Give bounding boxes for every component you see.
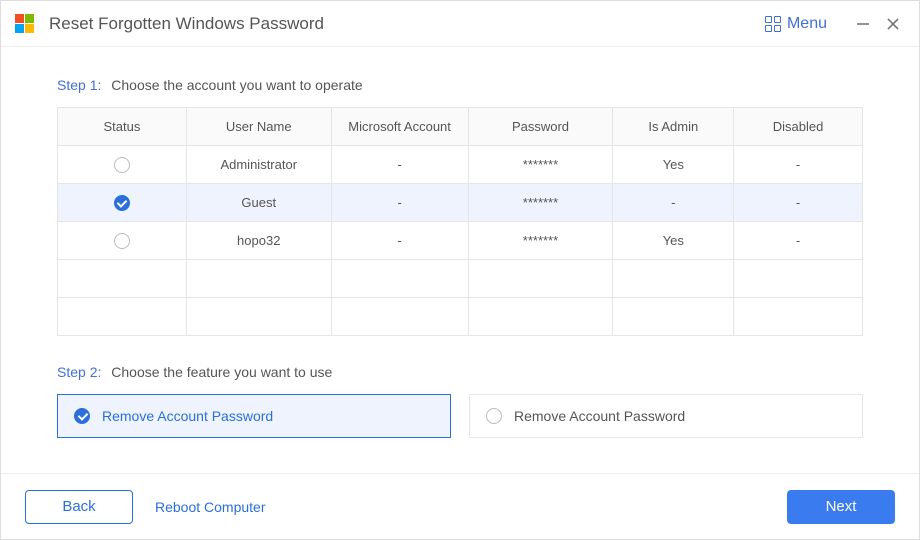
close-button[interactable]: [881, 12, 905, 36]
table-header-row: Status User Name Microsoft Account Passw…: [58, 108, 863, 146]
cell-password: [468, 260, 613, 298]
step1-heading: Step 1: Choose the account you want to o…: [57, 77, 863, 93]
cell-username: Guest: [186, 184, 331, 222]
app-logo: [15, 14, 35, 34]
cell-username: Administrator: [186, 146, 331, 184]
cell-username: [186, 260, 331, 298]
cell-password: *******: [468, 184, 613, 222]
cell-status: [58, 222, 187, 260]
step2-section: Step 2: Choose the feature you want to u…: [57, 364, 863, 438]
minimize-button[interactable]: [851, 12, 875, 36]
row-radio[interactable]: [114, 195, 130, 211]
cell-disabled: -: [734, 184, 863, 222]
feature-option-0[interactable]: Remove Account Password: [57, 394, 451, 438]
cell-disabled: -: [734, 222, 863, 260]
table-row[interactable]: Administrator-*******Yes-: [58, 146, 863, 184]
cell-password: *******: [468, 146, 613, 184]
reboot-link[interactable]: Reboot Computer: [155, 499, 266, 515]
cell-is_admin: -: [613, 184, 734, 222]
feature-radio: [74, 408, 90, 424]
logo-tile: [25, 24, 34, 33]
cell-ms_account: -: [331, 146, 468, 184]
table-row[interactable]: Guest-*******--: [58, 184, 863, 222]
cell-ms_account: [331, 260, 468, 298]
footer: Back Reboot Computer Next: [1, 473, 919, 539]
back-button[interactable]: Back: [25, 490, 133, 524]
menu-grid-icon: [765, 16, 781, 32]
col-disabled: Disabled: [734, 108, 863, 146]
cell-ms_account: -: [331, 184, 468, 222]
logo-tile: [25, 14, 34, 23]
step1-text: Choose the account you want to operate: [111, 77, 362, 93]
accounts-table: Status User Name Microsoft Account Passw…: [57, 107, 863, 336]
cell-disabled: [734, 298, 863, 336]
cell-password: *******: [468, 222, 613, 260]
step1-label: Step 1:: [57, 77, 101, 93]
table-row: [58, 260, 863, 298]
row-radio[interactable]: [114, 233, 130, 249]
cell-disabled: [734, 260, 863, 298]
cell-status: [58, 146, 187, 184]
col-status: Status: [58, 108, 187, 146]
step2-label: Step 2:: [57, 364, 101, 380]
col-password: Password: [468, 108, 613, 146]
feature-radio: [486, 408, 502, 424]
cell-ms_account: [331, 298, 468, 336]
cell-ms_account: -: [331, 222, 468, 260]
logo-tile: [15, 24, 24, 33]
cell-is_admin: Yes: [613, 146, 734, 184]
app-window: Reset Forgotten Windows Password Menu St…: [0, 0, 920, 540]
close-icon: [886, 17, 900, 31]
feature-option-1[interactable]: Remove Account Password: [469, 394, 863, 438]
content-area: Step 1: Choose the account you want to o…: [1, 47, 919, 473]
cell-status: [58, 260, 187, 298]
next-button[interactable]: Next: [787, 490, 895, 524]
table-row[interactable]: hopo32-*******Yes-: [58, 222, 863, 260]
cell-password: [468, 298, 613, 336]
logo-tile: [15, 14, 24, 23]
accounts-tbody: Administrator-*******Yes-Guest-*******--…: [58, 146, 863, 336]
row-radio[interactable]: [114, 157, 130, 173]
minimize-icon: [856, 17, 870, 31]
cell-is_admin: Yes: [613, 222, 734, 260]
col-isadmin: Is Admin: [613, 108, 734, 146]
step2-heading: Step 2: Choose the feature you want to u…: [57, 364, 863, 380]
table-row: [58, 298, 863, 336]
col-msaccount: Microsoft Account: [331, 108, 468, 146]
col-username: User Name: [186, 108, 331, 146]
cell-status: [58, 184, 187, 222]
cell-is_admin: [613, 298, 734, 336]
titlebar: Reset Forgotten Windows Password Menu: [1, 1, 919, 47]
cell-username: [186, 298, 331, 336]
feature-options: Remove Account Password Remove Account Pa…: [57, 394, 863, 438]
cell-status: [58, 298, 187, 336]
menu-button[interactable]: Menu: [765, 15, 827, 33]
cell-disabled: -: [734, 146, 863, 184]
cell-is_admin: [613, 260, 734, 298]
menu-label: Menu: [787, 15, 827, 33]
cell-username: hopo32: [186, 222, 331, 260]
feature-label: Remove Account Password: [514, 408, 685, 424]
step2-text: Choose the feature you want to use: [111, 364, 332, 380]
app-title: Reset Forgotten Windows Password: [49, 14, 324, 34]
feature-label: Remove Account Password: [102, 408, 273, 424]
